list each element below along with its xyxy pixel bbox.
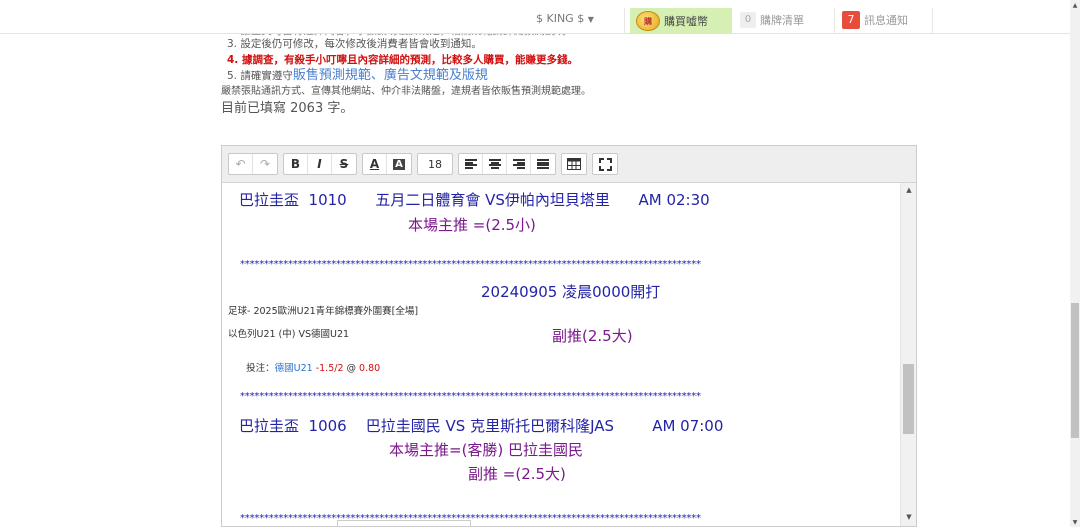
purchase-list-button[interactable]: 0 購牌清單 <box>740 10 804 30</box>
user-menu[interactable]: $ KING $ ▼ <box>536 12 594 25</box>
history-group: ↶ ↷ <box>228 153 278 175</box>
background-color-button[interactable]: A <box>387 154 411 174</box>
instructions-panel: 2. 誰全文可自行選擇內容，字數請勿低於規定，相關規範請詳閱預測說明 3. 設定… <box>221 28 911 118</box>
table-group <box>561 153 587 175</box>
coin-icon-text: 購 <box>644 16 652 26</box>
fullscreen-group <box>592 153 618 175</box>
scroll-down-icon[interactable]: ▼ <box>1070 517 1080 527</box>
align-center-button[interactable] <box>483 154 507 174</box>
divider <box>834 8 835 34</box>
sales-rules-link[interactable]: 販售預測規範 <box>293 68 371 83</box>
top-nav-bar: $ KING $ ▼ 購 購買噓幣 0 購牌清單 7 訊息通知 <box>0 0 1070 34</box>
match-2-pick: 副推(2.5大) <box>552 327 633 345</box>
notifications-label: 訊息通知 <box>864 14 908 27</box>
divider <box>932 8 933 34</box>
bet-at: @ <box>343 363 360 374</box>
color-group: A A <box>362 153 412 175</box>
match-2-bet: 投注：德國U21 -1.5/2 @ 0.80 <box>228 345 380 393</box>
buy-coin-label: 購買噓幣 <box>664 15 708 28</box>
scroll-down-icon[interactable]: ▼ <box>901 510 917 524</box>
match-2-league: 足球- 2025歐洲U21青年錦標賽外圍賽[全場] <box>228 306 419 317</box>
align-right-button[interactable] <box>507 154 531 174</box>
instruction-line-4: 4. 據調查，有殺手小叮嚀且內容詳細的預測，比較多人購買，能賺更多錢。 <box>227 54 578 66</box>
and-text: 及 <box>448 68 462 83</box>
redo-icon[interactable]: ↷ <box>253 154 277 174</box>
cart-count-badge: 0 <box>740 12 756 28</box>
match-3-pick-secondary: 副推 =(2.5大) <box>468 465 566 483</box>
warning-text: 嚴禁張貼通訊方式、宣傳其他網站、仲介非法賭盤，違規者皆依販售預測規範處理。 <box>221 86 591 97</box>
rich-text-editor: ↶ ↷ B I S A A 18 巴拉圭盃 1010 五月二日體育會 VS伊帕內… <box>221 145 917 527</box>
user-menu-label: $ KING $ <box>536 12 585 25</box>
instruction-line-3: 3. 設定後仍可修改，每次修改後消費者皆會收到通知。 <box>227 38 482 50</box>
align-right-icon <box>512 159 525 169</box>
separator-text: 、 <box>370 68 384 83</box>
undo-icon[interactable]: ↶ <box>229 154 253 174</box>
italic-button[interactable]: I <box>308 154 332 174</box>
font-size-select[interactable]: 18 <box>418 154 452 174</box>
scroll-up-icon[interactable]: ▲ <box>1070 0 1080 10</box>
separator-stars: ****************************************… <box>240 391 701 402</box>
instruction-line-5-prefix: 5. 請確實遵守 <box>227 70 293 82</box>
bet-team: 德國U21 <box>274 363 313 374</box>
font-size-group: 18 <box>417 153 453 175</box>
fullscreen-icon <box>598 157 612 171</box>
page-scroll-thumb[interactable] <box>1071 303 1079 438</box>
instruction-line-5: 5. 請確實遵守販售預測規範、廣告文規範及版規 <box>221 68 911 84</box>
bet-line: -1.5/2 <box>312 363 344 374</box>
fullscreen-button[interactable] <box>593 154 617 174</box>
align-left-icon <box>464 159 477 169</box>
match-1-pick: 本場主推 =(2.5小) <box>408 216 536 234</box>
editor-scroll-thumb[interactable] <box>903 364 914 434</box>
format-group: B I S <box>283 153 357 175</box>
table-icon <box>567 158 581 170</box>
justify-button[interactable] <box>531 154 555 174</box>
match-2-teams: 以色列U21 (中) VS德國U21 <box>228 329 350 340</box>
divider <box>624 8 625 34</box>
align-group <box>458 153 556 175</box>
editor-content[interactable]: 巴拉圭盃 1010 五月二日體育會 VS伊帕內坦貝塔里 AM 02:30 本場主… <box>222 183 900 526</box>
scroll-up-icon[interactable]: ▲ <box>901 183 917 197</box>
bold-button[interactable]: B <box>284 154 308 174</box>
match-3-pick-main: 本場主推=(客勝) 巴拉圭國民 <box>389 441 584 459</box>
bet-prefix: 投注： <box>246 363 275 374</box>
notifications-button[interactable]: 7 訊息通知 <box>842 10 908 30</box>
justify-icon <box>537 159 549 169</box>
character-count: 目前已填寫 2063 字。 <box>221 101 354 116</box>
font-color-button[interactable]: A <box>363 154 387 174</box>
board-rules-link[interactable]: 版規 <box>462 68 488 83</box>
buy-coin-button[interactable]: 購 購買噓幣 <box>630 8 732 34</box>
purchase-list-label: 購牌清單 <box>760 14 804 27</box>
align-center-icon <box>488 159 501 169</box>
chevron-down-icon: ▼ <box>587 15 594 24</box>
separator-stars: ****************************************… <box>240 513 701 524</box>
match-3-line: 巴拉圭盃 1006 巴拉圭國民 VS 克里斯托巴爾科隆JAS AM 07:00 <box>239 417 724 435</box>
match-1-line: 巴拉圭盃 1010 五月二日體育會 VS伊帕內坦貝塔里 AM 02:30 <box>239 191 710 209</box>
align-left-button[interactable] <box>459 154 483 174</box>
background-color-icon: A <box>393 158 405 170</box>
below-editor-field[interactable] <box>337 520 471 527</box>
separator-stars: ****************************************… <box>240 259 701 270</box>
ad-rules-link[interactable]: 廣告文規範 <box>384 68 449 83</box>
editor-toolbar: ↶ ↷ B I S A A 18 <box>222 146 916 183</box>
editor-scrollbar[interactable]: ▲ ▼ <box>900 183 916 526</box>
notification-count-badge: 7 <box>842 11 860 29</box>
strikethrough-button[interactable]: S <box>332 154 356 174</box>
bet-odds: 0.80 <box>359 363 381 374</box>
table-button[interactable] <box>562 154 586 174</box>
coin-icon: 購 <box>636 11 660 31</box>
match-2-header: 20240905 凌晨0000開打 <box>481 283 661 301</box>
page-scrollbar[interactable]: ▲ ▼ <box>1070 0 1080 527</box>
